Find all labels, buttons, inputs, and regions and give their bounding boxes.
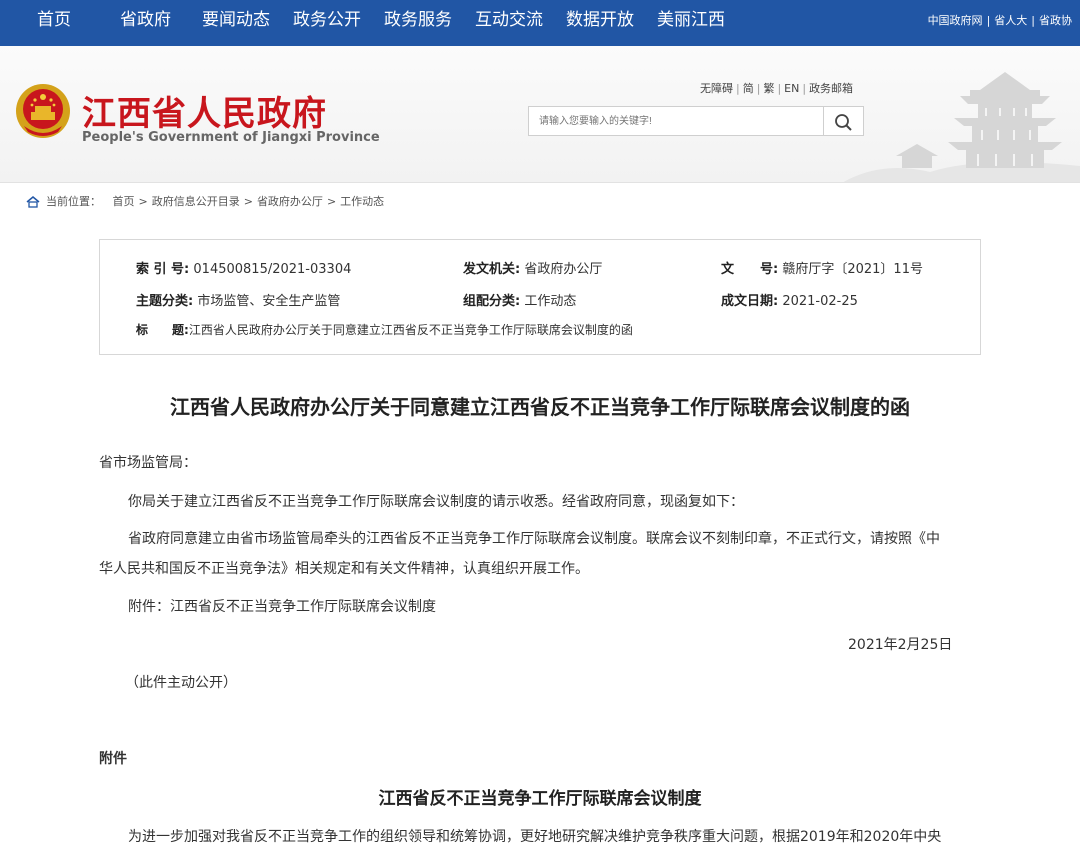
meta-document-number: 文 号: 赣府厅字〔2021〕11号 xyxy=(721,258,923,277)
nav-item-provincial-government[interactable]: 省政府 xyxy=(120,0,171,46)
disclosure-note: （此件主动公开） xyxy=(125,672,237,692)
site-title-english: People's Government of Jiangxi Province xyxy=(82,130,380,145)
meta-title-value: 江西省人民政府办公厅关于同意建立江西省反不正当竞争工作厅际联席会议制度的函 xyxy=(189,323,633,337)
nav-item-open-data[interactable]: 数据开放 xyxy=(566,0,634,46)
breadcrumb-separator: > xyxy=(244,195,253,208)
nav-item-beautiful-jiangxi[interactable]: 美丽江西 xyxy=(657,0,725,46)
meta-title-label: 标 题: xyxy=(136,323,189,337)
article-date: 2021年2月25日 xyxy=(848,634,952,654)
document-metadata-box: 索 引 号: 014500815/2021-03304 发文机关: 省政府办公厅… xyxy=(99,239,981,355)
search-input[interactable] xyxy=(528,106,824,136)
link-provincial-congress[interactable]: 省人大 xyxy=(994,14,1027,27)
national-emblem-logo xyxy=(14,82,72,140)
meta-group-value: 工作动态 xyxy=(524,294,576,309)
link-provincial-cppcc[interactable]: 省政协 xyxy=(1039,14,1072,27)
meta-issuer: 发文机关: 省政府办公厅 xyxy=(463,258,602,277)
breadcrumb-separator: > xyxy=(139,195,148,208)
link-english[interactable]: EN xyxy=(784,82,799,95)
attachment-heading: 附件 xyxy=(99,748,127,768)
meta-index: 索 引 号: 014500815/2021-03304 xyxy=(136,258,351,277)
meta-topic-label: 主题分类: xyxy=(136,294,193,309)
nav-item-gov-services[interactable]: 政务服务 xyxy=(384,0,452,46)
nav-item-gov-disclosure[interactable]: 政务公开 xyxy=(293,0,361,46)
meta-title: 标 题:江西省人民政府办公厅关于同意建立江西省反不正当竞争工作厅际联席会议制度的… xyxy=(136,321,633,338)
external-links: 中国政府网|省人大|省政协 xyxy=(928,12,1072,28)
link-accessibility[interactable]: 无障碍 xyxy=(700,82,733,95)
nav-item-interaction[interactable]: 互动交流 xyxy=(475,0,543,46)
meta-issuer-label: 发文机关: xyxy=(463,262,520,277)
link-china-gov[interactable]: 中国政府网 xyxy=(928,14,983,27)
breadcrumb-home[interactable]: 首页 xyxy=(113,195,135,208)
meta-issuer-value: 省政府办公厅 xyxy=(524,262,602,277)
breadcrumb: 当前位置： 首页 > 政府信息公开目录 > 省政府办公厅 > 工作动态 xyxy=(26,193,384,209)
search-button[interactable] xyxy=(824,106,864,136)
utility-links: 无障碍|简|繁|EN|政务邮箱 xyxy=(700,80,853,96)
meta-index-value: 014500815/2021-03304 xyxy=(193,262,351,277)
breadcrumb-info-catalog[interactable]: 政府信息公开目录 xyxy=(152,195,240,208)
top-nav-bar: 首页 省政府 要闻动态 政务公开 政务服务 互动交流 数据开放 美丽江西 中国政… xyxy=(0,0,1080,46)
article-salutation: 省市场监管局： xyxy=(99,452,197,472)
meta-docno-value: 赣府厅字〔2021〕11号 xyxy=(782,262,923,277)
home-icon xyxy=(26,196,40,208)
meta-date-label: 成文日期: xyxy=(721,294,778,309)
meta-topic: 主题分类: 市场监管、安全生产监管 xyxy=(136,290,340,309)
article-paragraph: 省政府同意建立由省市场监管局牵头的江西省反不正当竞争工作厅际联席会议制度。联席会… xyxy=(128,528,940,548)
meta-docno-label: 文 号: xyxy=(721,262,778,277)
attachment-title: 江西省反不正当竞争工作厅际联席会议制度 xyxy=(0,784,1080,809)
article-paragraph: 你局关于建立江西省反不正当竞争工作厅际联席会议制度的请示收悉。经省政府同意，现函… xyxy=(128,491,744,511)
article-title: 江西省人民政府办公厅关于同意建立江西省反不正当竞争工作厅际联席会议制度的函 xyxy=(0,391,1080,420)
breadcrumb-separator: > xyxy=(327,195,336,208)
link-traditional[interactable]: 繁 xyxy=(763,82,774,95)
breadcrumb-general-office[interactable]: 省政府办公厅 xyxy=(257,195,323,208)
meta-topic-value: 市场监管、安全生产监管 xyxy=(197,294,340,309)
article-paragraph: 华人民共和国反不正当竞争法》相关规定和有关文件精神，认真组织开展工作。 xyxy=(99,558,589,578)
link-gov-mail[interactable]: 政务邮箱 xyxy=(809,82,853,95)
nav-item-home[interactable]: 首页 xyxy=(37,0,71,46)
site-header: 江西省人民政府 People's Government of Jiangxi P… xyxy=(0,46,1080,183)
attachment-paragraph: 为进一步加强对我省反不正当竞争工作的组织领导和统筹协调，更好地研究解决维护竞争秩… xyxy=(128,826,941,846)
site-title[interactable]: 江西省人民政府 xyxy=(82,86,327,135)
meta-group: 组配分类: 工作动态 xyxy=(463,290,576,309)
meta-group-label: 组配分类: xyxy=(463,294,520,309)
meta-index-label: 索 引 号: xyxy=(136,262,189,277)
nav-item-news[interactable]: 要闻动态 xyxy=(202,0,270,46)
link-simplified[interactable]: 简 xyxy=(743,82,754,95)
breadcrumb-work-news[interactable]: 工作动态 xyxy=(340,195,384,208)
meta-date-value: 2021-02-25 xyxy=(782,294,858,309)
meta-date: 成文日期: 2021-02-25 xyxy=(721,290,858,309)
attachment-line: 附件：江西省反不正当竞争工作厅际联席会议制度 xyxy=(128,596,436,616)
breadcrumb-label: 当前位置： xyxy=(46,195,101,208)
search-icon xyxy=(824,107,864,137)
